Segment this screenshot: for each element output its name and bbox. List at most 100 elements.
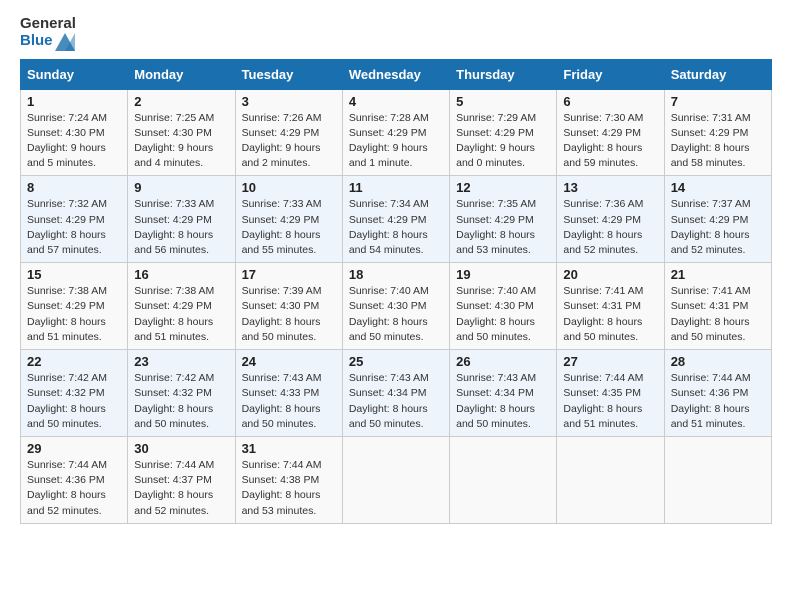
day-info: Sunrise: 7:32 AMSunset: 4:29 PMDaylight:… [27, 198, 107, 256]
col-header-thursday: Thursday [450, 59, 557, 89]
day-cell [342, 437, 449, 524]
day-number: 23 [134, 354, 228, 369]
day-cell: 19 Sunrise: 7:40 AMSunset: 4:30 PMDayligh… [450, 263, 557, 350]
day-cell [664, 437, 771, 524]
day-info: Sunrise: 7:42 AMSunset: 4:32 PMDaylight:… [134, 372, 214, 430]
day-info: Sunrise: 7:43 AMSunset: 4:34 PMDaylight:… [456, 372, 536, 430]
day-cell: 10Sunrise: 7:33 AMSunset: 4:29 PMDayligh… [235, 176, 342, 263]
day-info: Sunrise: 7:25 AMSunset: 4:30 PMDaylight:… [134, 112, 214, 170]
day-number: 8 [27, 180, 121, 195]
day-info: Sunrise: 7:30 AMSunset: 4:29 PMDaylight:… [563, 112, 643, 170]
day-number: 30 [134, 441, 228, 456]
day-number: 5 [456, 94, 550, 109]
day-cell: 1 Sunrise: 7:24 AMSunset: 4:30 PMDaylight… [21, 89, 128, 176]
day-cell: 21Sunrise: 7:41 AMSunset: 4:31 PMDayligh… [664, 263, 771, 350]
day-info: Sunrise: 7:44 AMSunset: 4:38 PMDaylight:… [242, 459, 322, 517]
day-number: 3 [242, 94, 336, 109]
day-cell: 16 Sunrise: 7:38 AMSunset: 4:29 PMDayligh… [128, 263, 235, 350]
day-number: 4 [349, 94, 443, 109]
day-info: Sunrise: 7:40 AMSunset: 4:30 PMDaylight:… [456, 285, 536, 343]
day-cell: 7Sunrise: 7:31 AMSunset: 4:29 PMDaylight… [664, 89, 771, 176]
day-cell: 17 Sunrise: 7:39 AMSunset: 4:30 PMDayligh… [235, 263, 342, 350]
col-header-friday: Friday [557, 59, 664, 89]
day-info: Sunrise: 7:29 AMSunset: 4:29 PMDaylight:… [456, 112, 536, 170]
day-number: 28 [671, 354, 765, 369]
col-header-wednesday: Wednesday [342, 59, 449, 89]
col-header-monday: Monday [128, 59, 235, 89]
day-info: Sunrise: 7:31 AMSunset: 4:29 PMDaylight:… [671, 112, 751, 170]
day-info: Sunrise: 7:44 AMSunset: 4:36 PMDaylight:… [671, 372, 751, 430]
day-cell [557, 437, 664, 524]
day-cell [450, 437, 557, 524]
day-cell: 20 Sunrise: 7:41 AMSunset: 4:31 PMDayligh… [557, 263, 664, 350]
day-number: 18 [349, 267, 443, 282]
day-cell: 26Sunrise: 7:43 AMSunset: 4:34 PMDayligh… [450, 350, 557, 437]
day-cell: 12 Sunrise: 7:35 AMSunset: 4:29 PMDayligh… [450, 176, 557, 263]
day-number: 10 [242, 180, 336, 195]
day-cell: 30 Sunrise: 7:44 AMSunset: 4:37 PMDayligh… [128, 437, 235, 524]
header-row: SundayMondayTuesdayWednesdayThursdayFrid… [21, 59, 772, 89]
day-cell: 29Sunrise: 7:44 AMSunset: 4:36 PMDayligh… [21, 437, 128, 524]
day-info: Sunrise: 7:41 AMSunset: 4:31 PMDaylight:… [671, 285, 751, 343]
day-info: Sunrise: 7:36 AMSunset: 4:29 PMDaylight:… [563, 198, 643, 256]
day-number: 9 [134, 180, 228, 195]
day-info: Sunrise: 7:43 AMSunset: 4:34 PMDaylight:… [349, 372, 429, 430]
day-cell: 5 Sunrise: 7:29 AMSunset: 4:29 PMDaylight… [450, 89, 557, 176]
calendar-table: SundayMondayTuesdayWednesdayThursdayFrid… [20, 59, 772, 524]
week-row-2: 8 Sunrise: 7:32 AMSunset: 4:29 PMDaylight… [21, 176, 772, 263]
day-info: Sunrise: 7:35 AMSunset: 4:29 PMDaylight:… [456, 198, 536, 256]
logo-arrow-icon [55, 33, 75, 51]
day-info: Sunrise: 7:44 AMSunset: 4:37 PMDaylight:… [134, 459, 214, 517]
day-cell: 3 Sunrise: 7:26 AMSunset: 4:29 PMDaylight… [235, 89, 342, 176]
day-cell: 13 Sunrise: 7:36 AMSunset: 4:29 PMDayligh… [557, 176, 664, 263]
week-row-3: 15 Sunrise: 7:38 AMSunset: 4:29 PMDayligh… [21, 263, 772, 350]
day-number: 17 [242, 267, 336, 282]
day-number: 19 [456, 267, 550, 282]
col-header-saturday: Saturday [664, 59, 771, 89]
day-cell: 6Sunrise: 7:30 AMSunset: 4:29 PMDaylight… [557, 89, 664, 176]
week-row-5: 29Sunrise: 7:44 AMSunset: 4:36 PMDayligh… [21, 437, 772, 524]
day-info: Sunrise: 7:44 AMSunset: 4:36 PMDaylight:… [27, 459, 107, 517]
day-cell: 14Sunrise: 7:37 AMSunset: 4:29 PMDayligh… [664, 176, 771, 263]
day-cell: 23 Sunrise: 7:42 AMSunset: 4:32 PMDayligh… [128, 350, 235, 437]
logo-text-general: General [20, 16, 76, 33]
logo-text-blue: Blue [20, 33, 75, 51]
day-info: Sunrise: 7:26 AMSunset: 4:29 PMDaylight:… [242, 112, 322, 170]
day-info: Sunrise: 7:38 AMSunset: 4:29 PMDaylight:… [27, 285, 107, 343]
day-info: Sunrise: 7:34 AMSunset: 4:29 PMDaylight:… [349, 198, 429, 256]
day-cell: 22 Sunrise: 7:42 AMSunset: 4:32 PMDayligh… [21, 350, 128, 437]
day-number: 15 [27, 267, 121, 282]
day-number: 16 [134, 267, 228, 282]
day-number: 22 [27, 354, 121, 369]
day-cell: 8 Sunrise: 7:32 AMSunset: 4:29 PMDaylight… [21, 176, 128, 263]
day-info: Sunrise: 7:39 AMSunset: 4:30 PMDaylight:… [242, 285, 322, 343]
day-number: 24 [242, 354, 336, 369]
day-cell: 11Sunrise: 7:34 AMSunset: 4:29 PMDayligh… [342, 176, 449, 263]
col-header-tuesday: Tuesday [235, 59, 342, 89]
day-number: 1 [27, 94, 121, 109]
day-info: Sunrise: 7:38 AMSunset: 4:29 PMDaylight:… [134, 285, 214, 343]
day-cell: 24 Sunrise: 7:43 AMSunset: 4:33 PMDayligh… [235, 350, 342, 437]
day-number: 31 [242, 441, 336, 456]
day-number: 2 [134, 94, 228, 109]
day-number: 20 [563, 267, 657, 282]
week-row-1: 1 Sunrise: 7:24 AMSunset: 4:30 PMDaylight… [21, 89, 772, 176]
day-info: Sunrise: 7:24 AMSunset: 4:30 PMDaylight:… [27, 112, 107, 170]
day-info: Sunrise: 7:41 AMSunset: 4:31 PMDaylight:… [563, 285, 643, 343]
day-info: Sunrise: 7:43 AMSunset: 4:33 PMDaylight:… [242, 372, 322, 430]
day-cell: 25Sunrise: 7:43 AMSunset: 4:34 PMDayligh… [342, 350, 449, 437]
col-header-sunday: Sunday [21, 59, 128, 89]
day-cell: 18 Sunrise: 7:40 AMSunset: 4:30 PMDayligh… [342, 263, 449, 350]
day-info: Sunrise: 7:42 AMSunset: 4:32 PMDaylight:… [27, 372, 107, 430]
day-info: Sunrise: 7:40 AMSunset: 4:30 PMDaylight:… [349, 285, 429, 343]
day-number: 12 [456, 180, 550, 195]
day-number: 27 [563, 354, 657, 369]
day-info: Sunrise: 7:44 AMSunset: 4:35 PMDaylight:… [563, 372, 643, 430]
day-info: Sunrise: 7:28 AMSunset: 4:29 PMDaylight:… [349, 112, 429, 170]
day-info: Sunrise: 7:37 AMSunset: 4:29 PMDaylight:… [671, 198, 751, 256]
day-number: 13 [563, 180, 657, 195]
week-row-4: 22 Sunrise: 7:42 AMSunset: 4:32 PMDayligh… [21, 350, 772, 437]
day-cell: 27 Sunrise: 7:44 AMSunset: 4:35 PMDayligh… [557, 350, 664, 437]
logo: General Blue [20, 16, 76, 51]
day-info: Sunrise: 7:33 AMSunset: 4:29 PMDaylight:… [134, 198, 214, 256]
